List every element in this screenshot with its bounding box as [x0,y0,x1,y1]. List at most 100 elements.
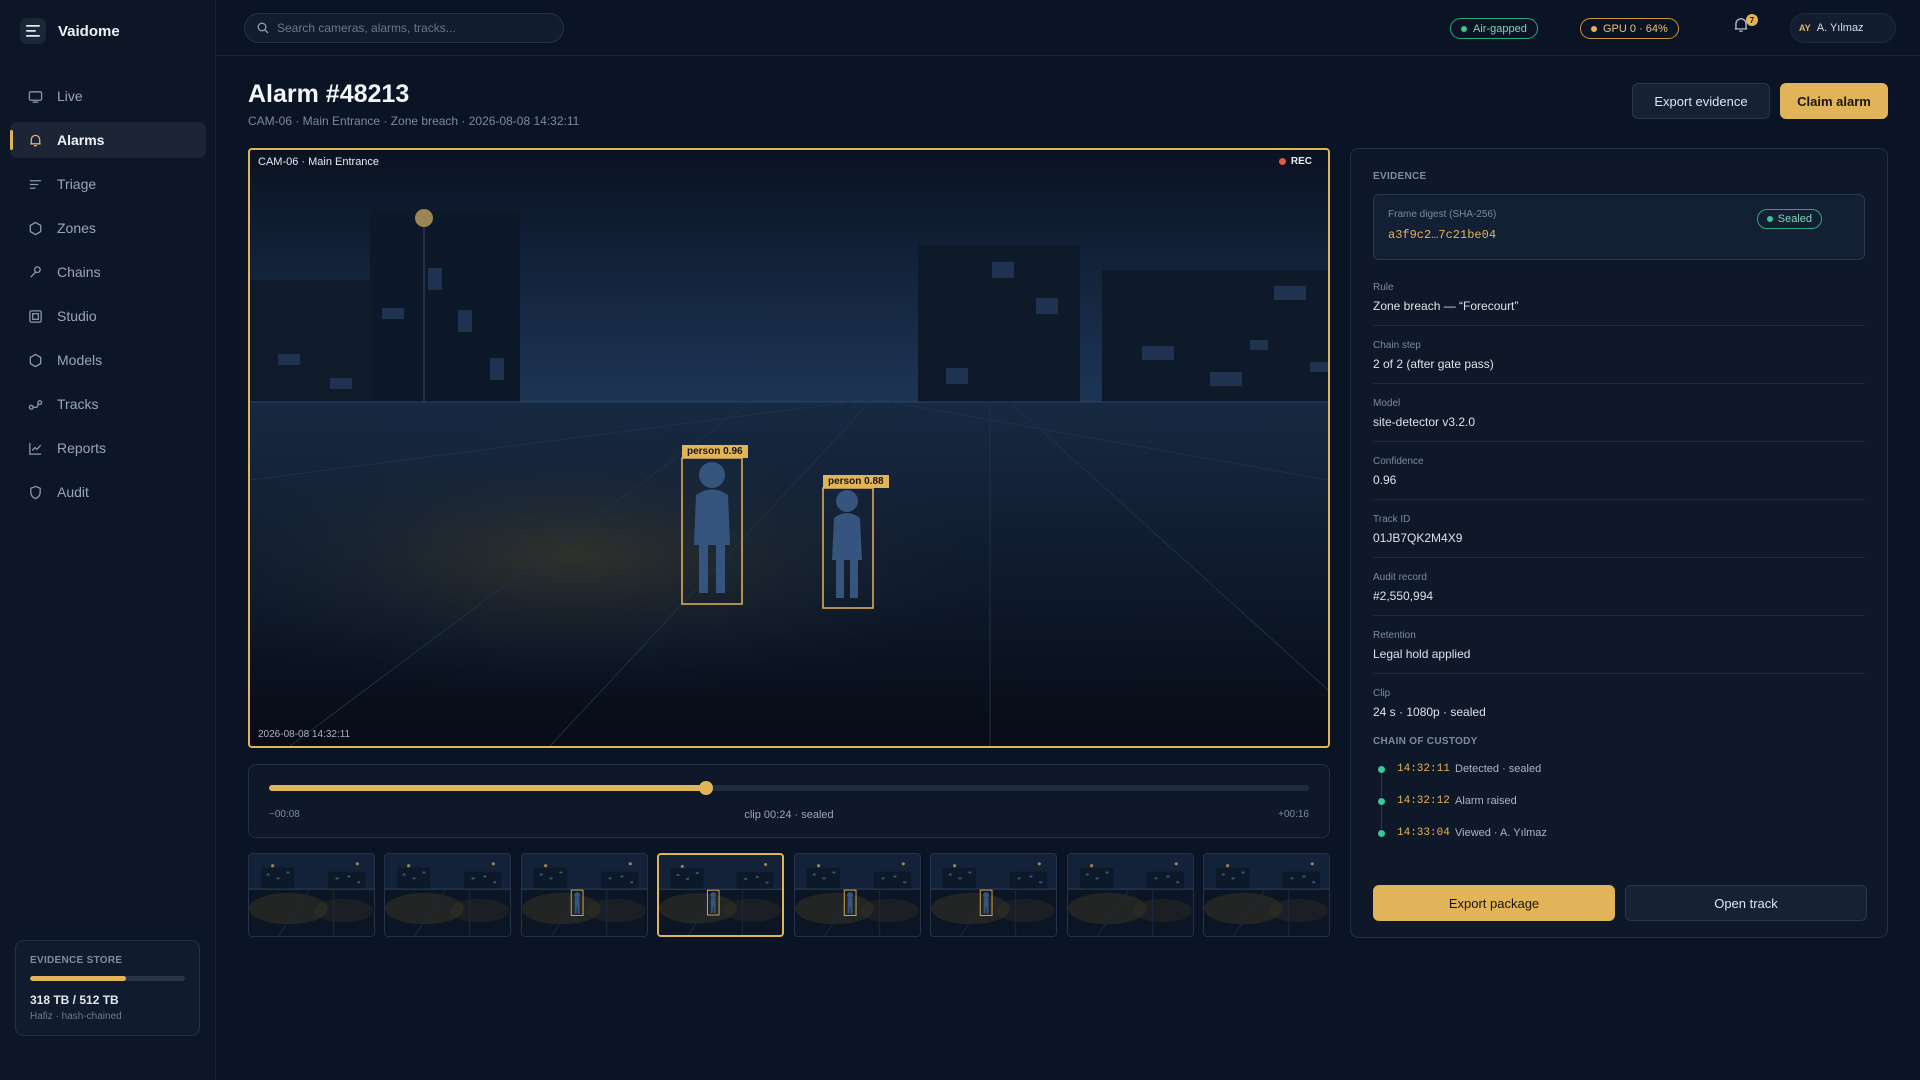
sidebar-item-reports[interactable]: Reports [10,430,206,466]
link-icon [30,265,41,278]
search-input[interactable] [277,21,547,35]
gpu-status-badge: GPU 0 · 64% [1580,18,1679,39]
field-label: Rule [1373,282,1394,293]
bell-icon [30,134,41,146]
custody-entry: 14:33:04 Viewed · A. Yılmaz [1373,817,1865,849]
sidebar-item-label: Models [57,352,103,368]
field-retention: Retention Legal hold applied [1373,616,1865,674]
timeline-center-label: clip 00:24 · sealed [744,809,834,821]
gpu-status-text: GPU 0 · 64% [1603,22,1668,35]
custody-dot-icon [1378,797,1385,805]
field-chain-step: Chain step 2 of 2 (after gate pass) [1373,326,1865,384]
thumbnail-image [1204,854,1329,936]
video-player[interactable]: CAM-06 · Main Entrance REC person 0.96 p… [248,148,1330,748]
frame-thumbnail[interactable] [793,853,921,937]
hamburger-icon [26,25,40,37]
field-label: Retention [1373,630,1416,641]
field-clip: Clip 24 s · 1080p · sealed [1373,674,1865,732]
camera-frame [250,150,1328,746]
sidebar-item-label: Alarms [57,132,105,148]
video-timestamp: 2026-08-08 14:32:11 [258,729,351,740]
notifications-button[interactable]: 7 [1732,14,1758,38]
sidebar-item-live[interactable]: Live [10,78,206,114]
thumbnail-image [931,854,1057,936]
evidence-store-card: EVIDENCE STORE 318 TB / 512 TB Hafiz · h… [15,940,200,1036]
sidebar-item-audit[interactable]: Audit [10,474,206,510]
status-dot [1591,25,1597,32]
avatar: AY [1799,23,1811,33]
export-evidence-button[interactable]: Export evidence [1632,83,1770,119]
custody-time: 14:32:12 [1397,795,1450,807]
airgap-status-badge: Air-gapped [1450,18,1538,39]
export-package-button[interactable]: Export package [1373,885,1615,921]
frame-thumbnail[interactable] [930,853,1058,937]
page-title: Alarm #48213 [248,80,410,108]
timeline-handle[interactable] [698,781,713,795]
field-label: Clip [1373,688,1391,699]
sidebar: Vaidome Live Alarms Triage Zones Chains … [0,0,216,1080]
frame-thumbnail[interactable] [1066,853,1194,937]
field-value[interactable]: #2,550,994 [1373,589,1865,603]
field-value[interactable]: 01JB7QK2M4X9 [1373,531,1865,545]
monitor-icon [28,90,43,103]
thumbnail-image [659,855,783,935]
frame-thumbnail[interactable] [520,853,648,937]
shield-icon [30,485,41,499]
frame-thumbnail[interactable] [657,853,785,937]
evidence-store-bar [30,976,185,981]
custody-dot-icon [1378,829,1385,837]
camera-label: CAM-06 · Main Entrance [258,156,380,168]
search-box[interactable] [244,13,564,43]
field-track-id: Track ID 01JB7QK2M4X9 [1373,500,1865,558]
sidebar-nav: Live Alarms Triage Zones Chains Studio M… [10,78,206,518]
sidebar-item-models[interactable]: Models [10,342,206,378]
sidebar-item-chains[interactable]: Chains [10,254,206,290]
sidebar-item-tracks[interactable]: Tracks [10,386,206,422]
evidence-store-title: EVIDENCE STORE [30,955,123,966]
clip-timeline: −00:08 clip 00:24 · sealed +00:16 [248,764,1330,838]
evidence-store-subtitle: Hafiz · hash-chained [30,1011,122,1022]
rec-label: REC [1290,156,1312,167]
frame-thumbnail[interactable] [248,853,375,937]
claim-alarm-button[interactable]: Claim alarm [1780,83,1888,119]
field-value: 2 of 2 (after gate pass) [1373,357,1494,371]
timeline-scrubber[interactable] [269,781,1309,795]
field-value: Zone breach — “Forecourt” [1373,299,1519,313]
search-icon [257,22,269,34]
sidebar-item-label: Chains [57,264,101,280]
brand: Vaidome [20,18,120,44]
sidebar-item-studio[interactable]: Studio [10,298,206,334]
detection-label: person 0.88 [823,475,889,488]
sidebar-item-alarms[interactable]: Alarms [10,122,206,158]
square-icon [29,309,42,323]
chart-icon [29,442,42,455]
sidebar-item-label: Tracks [57,396,99,412]
custody-entry: 14:32:11 Detected · sealed [1373,753,1865,797]
menu-button[interactable] [20,18,46,44]
digest-value[interactable]: a3f9c2…7c21be04 [1388,228,1850,242]
frame-thumbnail[interactable] [1203,853,1330,937]
evidence-fields: Rule Zone breach — “Forecourt” Chain ste… [1373,268,1865,732]
sidebar-item-zones[interactable]: Zones [10,210,206,246]
custody-event: Detected · sealed [1455,763,1542,775]
sidebar-item-label: Reports [57,440,107,456]
sealed-badge: Sealed [1756,209,1822,229]
field-rule: Rule Zone breach — “Forecourt” [1373,268,1865,326]
evidence-store-amount: 318 TB / 512 TB [30,993,119,1007]
airgap-status-text: Air-gapped [1473,22,1527,35]
timeline-progress [269,785,706,791]
frame-thumbnail[interactable] [384,853,512,937]
evidence-store-fill [30,976,127,981]
thumbnail-image [794,854,920,936]
evidence-panel: EVIDENCE Frame digest (SHA-256) a3f9c2…7… [1350,148,1888,938]
frame-digest-card: Frame digest (SHA-256) a3f9c2…7c21be04 S… [1373,194,1865,260]
rec-dot-icon [1278,158,1286,165]
thumbnail-image [521,854,647,936]
sidebar-item-triage[interactable]: Triage [10,166,206,202]
status-dot [1461,25,1467,32]
custody-section-title: CHAIN OF CUSTODY [1373,736,1478,747]
app-name: Vaidome [58,22,120,40]
sidebar-item-label: Studio [57,308,97,324]
user-menu[interactable]: AY A. Yılmaz [1790,13,1896,43]
open-track-button[interactable]: Open track [1625,885,1867,921]
